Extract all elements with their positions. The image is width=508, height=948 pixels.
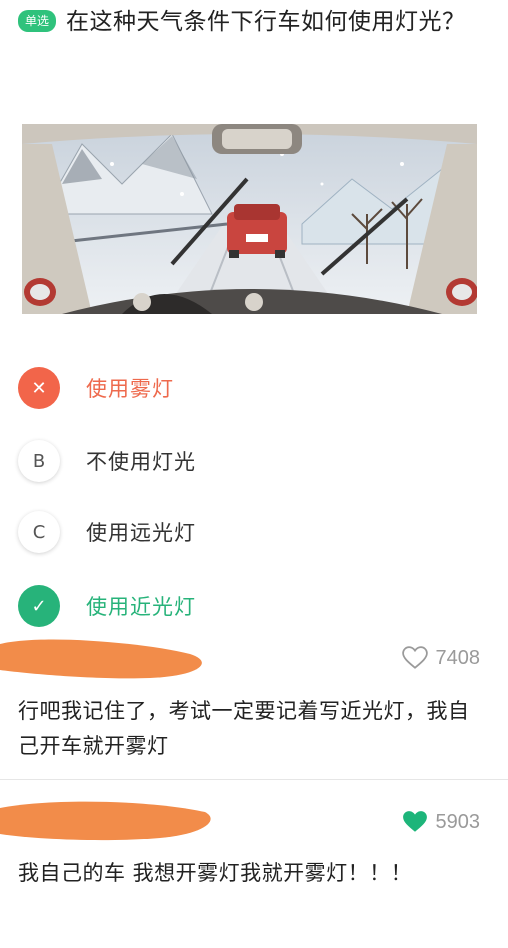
option-b-marker: B bbox=[18, 440, 60, 482]
option-d[interactable]: ✓ 使用近光灯 bbox=[18, 584, 488, 628]
option-a-label: 使用雾灯 bbox=[86, 377, 174, 401]
like-count: 5903 bbox=[435, 810, 481, 833]
option-c[interactable]: C 使用远光灯 bbox=[18, 510, 488, 554]
like-count: 7408 bbox=[435, 646, 481, 669]
single-choice-badge: 单选 bbox=[18, 10, 57, 32]
divider bbox=[0, 779, 508, 780]
driving-scene-image bbox=[22, 124, 477, 314]
heart-outline-icon bbox=[401, 646, 428, 669]
option-c-marker: C bbox=[18, 511, 60, 553]
option-b-label: 不使用灯光 bbox=[86, 450, 196, 474]
question-title: 单选 在这种天气条件下行车如何使用灯光？ bbox=[18, 4, 488, 41]
comment-item: 7408 行吧我记住了，考试一定要记着写近光灯，我自己开车就开雾灯 bbox=[0, 628, 508, 778]
redacted-username-scribble bbox=[0, 801, 211, 841]
wrong-answer-icon: ✕ bbox=[18, 367, 60, 409]
question-text: 在这种天气条件下行车如何使用灯光？ bbox=[66, 9, 466, 35]
option-a[interactable]: ✕ 使用雾灯 bbox=[18, 366, 488, 410]
option-b[interactable]: B 不使用灯光 bbox=[18, 439, 488, 483]
redacted-username-scribble bbox=[0, 639, 202, 679]
correct-answer-icon: ✓ bbox=[18, 585, 60, 627]
like-button[interactable]: 7408 bbox=[401, 646, 481, 670]
comment-text: 行吧我记住了，考试一定要记着写近光灯，我自己开车就开雾灯 bbox=[18, 699, 470, 758]
like-button[interactable]: 5903 bbox=[402, 810, 481, 834]
option-c-label: 使用远光灯 bbox=[86, 521, 196, 545]
comment-item: 5903 我自己的车 我想开雾灯我就开雾灯！！！ bbox=[0, 790, 508, 940]
heart-filled-icon bbox=[402, 811, 427, 832]
comment-text: 我自己的车 我想开雾灯我就开雾灯！！！ bbox=[18, 861, 413, 885]
option-d-label: 使用近光灯 bbox=[86, 595, 196, 619]
